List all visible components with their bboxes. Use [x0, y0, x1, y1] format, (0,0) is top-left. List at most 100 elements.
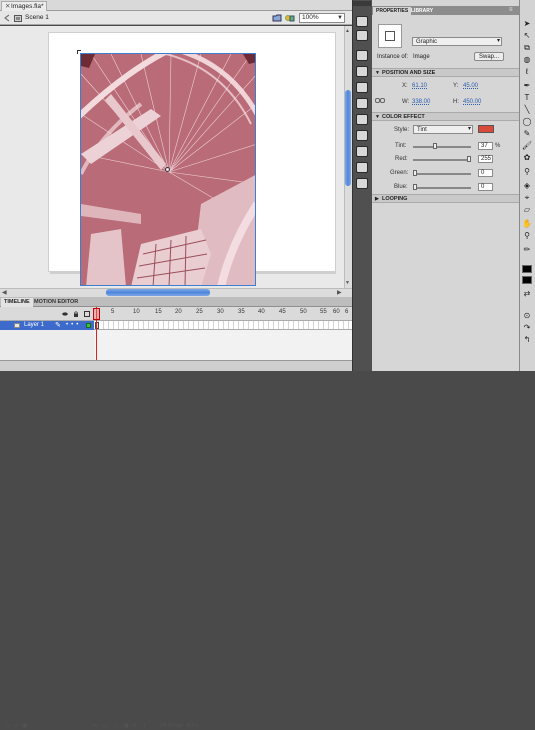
blue-slider-knob[interactable]: [413, 184, 417, 190]
selection-tool-icon[interactable]: ➤: [521, 18, 533, 29]
line-tool-icon[interactable]: ╲: [521, 104, 533, 115]
color-effect-section[interactable]: ▼ COLOR EFFECT: [372, 112, 519, 121]
green-slider-knob[interactable]: [413, 170, 417, 176]
outline-icon[interactable]: [84, 311, 90, 317]
tint-color-swatch[interactable]: [478, 125, 494, 133]
onion-skin-icon[interactable]: ◫: [103, 723, 108, 729]
frame-rate[interactable]: 24.00 fps: [160, 723, 183, 729]
layer-visibility-dots[interactable]: •••: [66, 321, 81, 330]
stroke-swatch-icon[interactable]: [522, 276, 532, 284]
pencil-icon: ✎: [55, 322, 61, 329]
delete-layer-icon[interactable]: ▦: [22, 723, 27, 729]
dock-icon-3[interactable]: [356, 50, 368, 61]
dock-icon-11[interactable]: [356, 178, 368, 189]
dock-icon-2[interactable]: [356, 30, 368, 41]
rectangle-tool-icon[interactable]: ◯: [521, 116, 533, 127]
text-tool-icon[interactable]: T: [521, 92, 533, 103]
edit-symbols-icon[interactable]: [285, 14, 295, 22]
dock-grip[interactable]: [353, 1, 371, 6]
tab-library[interactable]: LIBRARY: [408, 7, 436, 15]
lock-icon[interactable]: [73, 311, 79, 317]
dock-icon-4[interactable]: [356, 66, 368, 77]
document-tab[interactable]: ✕Images.fla*: [1, 1, 47, 11]
new-folder-icon[interactable]: ▭: [13, 723, 18, 729]
red-field[interactable]: 255: [478, 155, 493, 163]
dock-icon-7[interactable]: [356, 114, 368, 125]
modify-onion-markers-icon[interactable]: ⌷: [133, 723, 136, 730]
tab-motion-editor[interactable]: MOTION EDITOR: [31, 298, 81, 307]
dock-icon-9[interactable]: [356, 146, 368, 157]
pen-tool-icon[interactable]: ✒: [521, 80, 533, 91]
straighten-icon[interactable]: ↰: [521, 334, 533, 345]
eyedropper-tool-icon[interactable]: ⌖: [521, 192, 533, 203]
swap-colors-icon[interactable]: ⇄: [521, 288, 533, 299]
tab-timeline[interactable]: TIMELINE: [1, 298, 33, 307]
frame-number: 10: [133, 309, 140, 315]
scene-label[interactable]: Scene 1: [25, 14, 49, 22]
scroll-right-icon[interactable]: ▶: [337, 289, 342, 296]
y-value[interactable]: 45.00: [463, 83, 478, 89]
symbol-behavior-select[interactable]: Graphic ▾: [412, 37, 502, 46]
horizontal-scroll-thumb[interactable]: [106, 289, 210, 296]
dock-icon-1[interactable]: [356, 16, 368, 27]
tint-slider[interactable]: [413, 146, 471, 148]
blue-slider[interactable]: [413, 187, 471, 189]
center-frame-icon[interactable]: ⇤: [93, 723, 98, 729]
brush-tool-icon[interactable]: 🖌: [521, 140, 533, 151]
frame-number: 30: [217, 309, 224, 315]
tint-slider-knob[interactable]: [432, 143, 437, 149]
paint-bucket-tool-icon[interactable]: ◈: [521, 180, 533, 191]
3d-rotation-tool-icon[interactable]: ◍: [521, 54, 533, 65]
zoom-select[interactable]: 100% ▼: [299, 13, 345, 23]
green-field[interactable]: 0: [478, 169, 493, 177]
layer-outline-color-icon[interactable]: [86, 323, 91, 328]
dock-icon-10[interactable]: [356, 162, 368, 173]
pencil-tool-icon[interactable]: ✎: [521, 128, 533, 139]
x-value[interactable]: 61.10: [412, 83, 427, 89]
layer-name[interactable]: Layer 1: [24, 321, 44, 330]
dock-icon-5[interactable]: [356, 82, 368, 93]
zoom-tool-icon[interactable]: ⚲: [521, 230, 533, 241]
stroke-color-icon[interactable]: ✏: [521, 244, 533, 255]
vertical-scroll-thumb[interactable]: [345, 90, 351, 186]
blue-field[interactable]: 0: [478, 183, 493, 191]
edit-multiple-frames-icon[interactable]: ◨: [123, 723, 128, 729]
eraser-tool-icon[interactable]: ▱: [521, 204, 533, 215]
bone-tool-icon[interactable]: ⚲: [521, 166, 533, 177]
free-transform-tool-icon[interactable]: ⧉: [521, 42, 533, 53]
link-icon[interactable]: [375, 97, 385, 104]
red-slider[interactable]: [413, 159, 471, 161]
scroll-left-icon[interactable]: ◀: [2, 289, 7, 296]
dock-icon-8[interactable]: [356, 130, 368, 141]
red-slider-knob[interactable]: [467, 156, 471, 162]
color-style-select[interactable]: Tint ▾: [413, 125, 473, 134]
w-value[interactable]: 338.00: [412, 99, 430, 105]
scroll-up-icon[interactable]: ▲: [345, 28, 350, 34]
eye-icon[interactable]: [62, 311, 68, 317]
onion-outline-icon[interactable]: ▢: [113, 723, 118, 729]
transform-point[interactable]: [165, 167, 170, 172]
lasso-tool-icon[interactable]: ℓ: [521, 66, 533, 77]
deco-tool-icon[interactable]: ✿: [521, 152, 533, 163]
panel-menu-icon[interactable]: ≡: [509, 7, 513, 13]
tint-field[interactable]: 37: [478, 142, 493, 150]
green-slider[interactable]: [413, 173, 471, 175]
playhead[interactable]: [93, 308, 100, 320]
h-value[interactable]: 450.00: [463, 99, 481, 105]
swap-button[interactable]: Swap...: [474, 52, 504, 61]
scroll-down-icon[interactable]: ▼: [345, 280, 350, 286]
subselection-tool-icon[interactable]: ↖: [521, 30, 533, 41]
back-arrow-icon[interactable]: [3, 14, 11, 22]
dock-icon-6[interactable]: [356, 98, 368, 109]
position-size-section[interactable]: ▼ POSITION AND SIZE: [372, 68, 519, 77]
edit-scene-icon[interactable]: [272, 14, 282, 22]
smooth-icon[interactable]: ↷: [521, 322, 533, 333]
looping-section[interactable]: ▶ LOOPING: [372, 194, 519, 203]
hand-tool-icon[interactable]: ✋: [521, 218, 533, 229]
new-layer-icon[interactable]: ▢: [4, 723, 9, 729]
tab-properties[interactable]: PROPERTIES: [373, 7, 412, 15]
chevron-down-icon: ▼: [375, 114, 380, 120]
fill-color-icon[interactable]: [522, 265, 532, 273]
snap-icon[interactable]: ⊙: [521, 310, 533, 321]
frame-row[interactable]: [94, 321, 352, 330]
